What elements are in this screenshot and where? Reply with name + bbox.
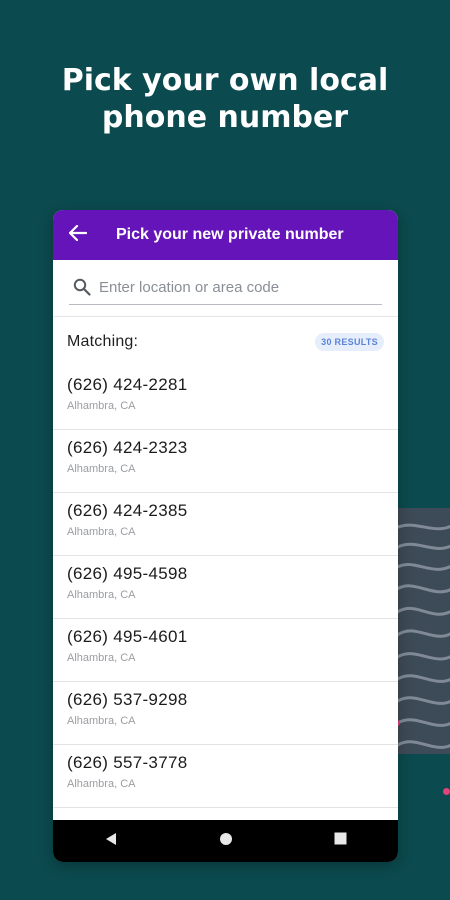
phone-number: (626) 537-9298 (67, 690, 188, 709)
number-list-item[interactable]: (626) 537-9298 Alhambra, CA (53, 682, 398, 745)
number-list-item[interactable]: (626) 557-3778 Alhambra, CA (53, 745, 398, 808)
number-location: Alhambra, CA (67, 715, 136, 727)
decorative-wave-pattern (396, 508, 450, 754)
phone-number: (626) 557-3778 (67, 753, 188, 772)
number-location: Alhambra, CA (67, 652, 136, 664)
nav-home-button[interactable] (206, 821, 246, 861)
phone-number: (626) 424-2323 (67, 438, 188, 457)
search-bar (53, 260, 398, 317)
number-list-item[interactable]: (626) 495-4601 Alhambra, CA (53, 619, 398, 682)
home-circle-icon (219, 832, 233, 851)
number-list-item[interactable]: (626) 424-2323 Alhambra, CA (53, 430, 398, 493)
app-bar: Pick your new private number (53, 210, 398, 260)
headline-line-2: phone number (101, 100, 349, 135)
nav-back-button[interactable] (91, 821, 131, 861)
phone-screen: Pick your new private number Matching: 3… (53, 210, 398, 862)
recents-square-icon (334, 832, 347, 850)
arrow-left-icon (68, 224, 88, 246)
phone-number: (626) 495-4601 (67, 627, 188, 646)
matching-label: Matching: (67, 333, 139, 350)
phone-number: (626) 495-4598 (67, 564, 188, 583)
headline-line-1: Pick your own local (61, 63, 389, 98)
search-icon (67, 272, 97, 302)
decorative-dot (443, 788, 450, 795)
headline: Pick your own local phone number (0, 62, 450, 136)
nav-recents-button[interactable] (321, 821, 361, 861)
number-list-item[interactable]: (626) 495-4598 Alhambra, CA (53, 556, 398, 619)
back-triangle-icon (104, 832, 118, 851)
search-input[interactable] (99, 278, 382, 296)
number-list-item[interactable]: (626) 424-2281 Alhambra, CA (53, 367, 398, 430)
number-list-item[interactable]: (626) 424-2385 Alhambra, CA (53, 493, 398, 556)
phone-number: (626) 424-2385 (67, 501, 188, 520)
number-location: Alhambra, CA (67, 526, 136, 538)
phone-number: (626) 424-2281 (67, 375, 188, 394)
number-location: Alhambra, CA (67, 400, 136, 412)
number-location: Alhambra, CA (67, 778, 136, 790)
results-count-badge: 30 RESULTS (315, 333, 384, 351)
number-location: Alhambra, CA (67, 463, 136, 475)
back-button[interactable] (53, 210, 103, 260)
android-nav-bar (53, 820, 398, 862)
matching-row: Matching: 30 RESULTS (53, 317, 398, 367)
search-field[interactable] (69, 270, 382, 305)
app-bar-title: Pick your new private number (116, 226, 344, 243)
number-location: Alhambra, CA (67, 589, 136, 601)
number-list: (626) 424-2281 Alhambra, CA (626) 424-23… (53, 367, 398, 808)
